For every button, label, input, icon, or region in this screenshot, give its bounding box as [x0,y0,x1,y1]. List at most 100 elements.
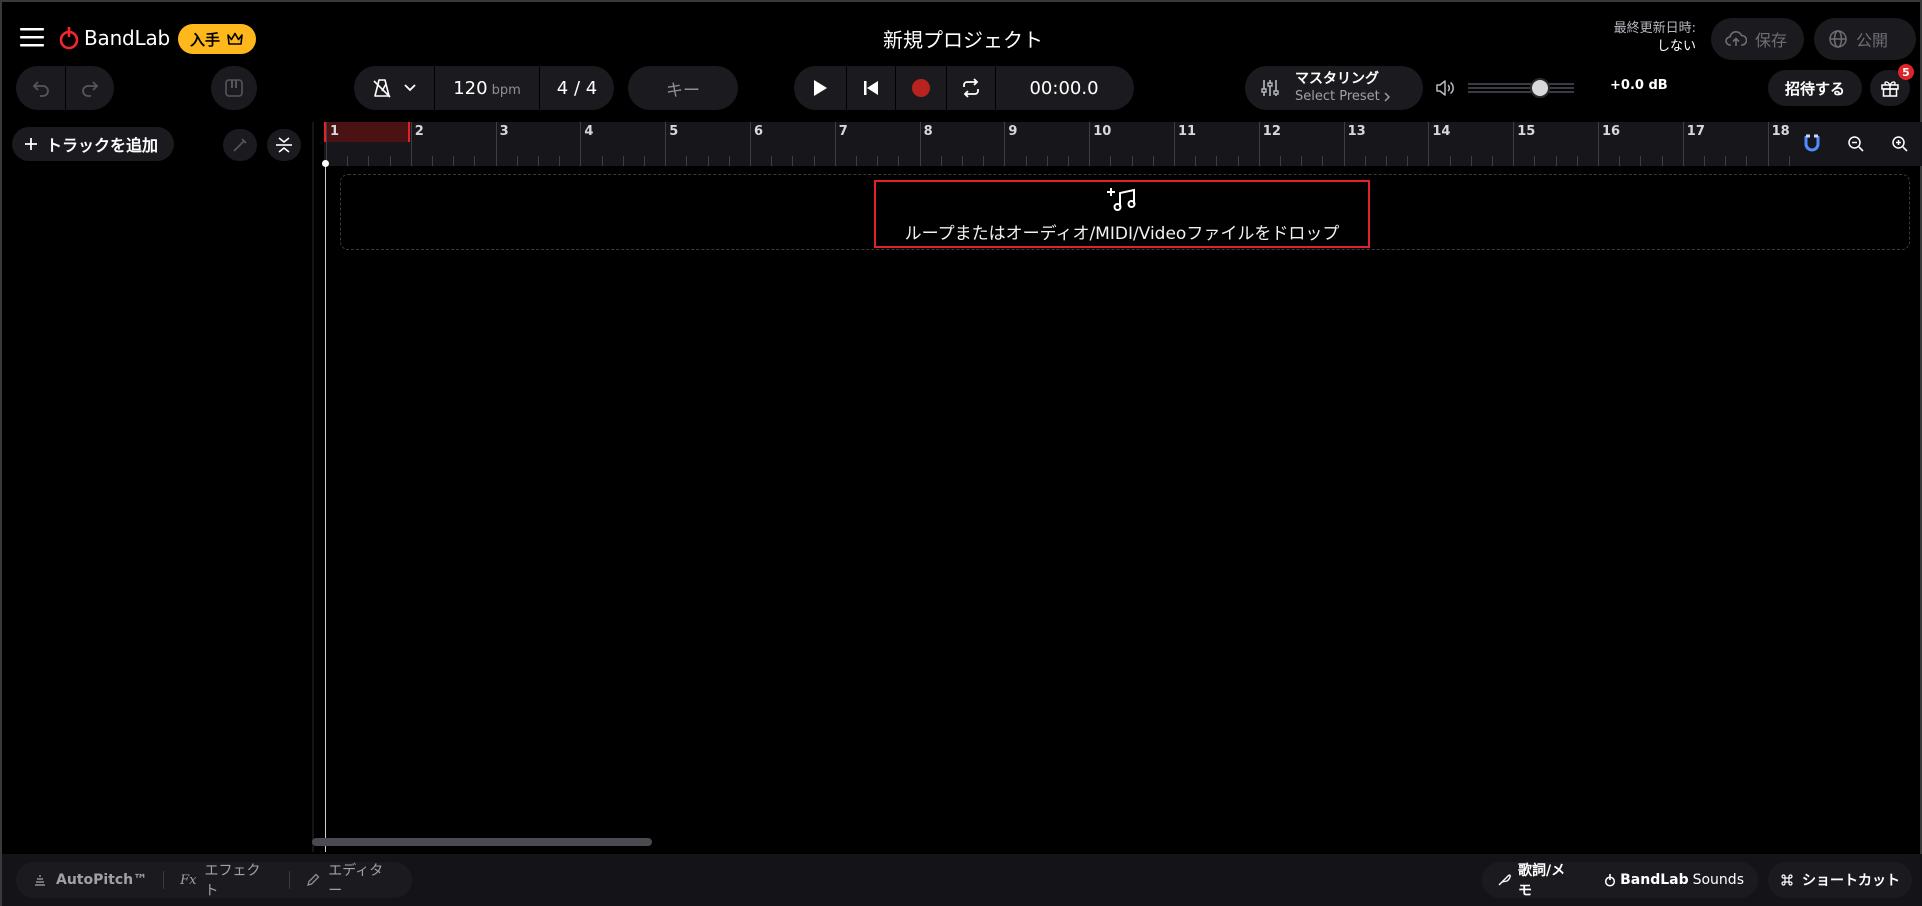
ruler-bar-number: 13 [1347,124,1366,139]
ruler-bar-number: 17 [1686,124,1705,139]
ruler-beat-tick [707,156,709,166]
keyboard-icon [223,77,245,99]
ruler-beat-tick [1449,156,1451,166]
ruler-beat-tick [1534,156,1536,166]
bandlab-logo[interactable]: BandLab [58,24,170,52]
lyrics-notes-button[interactable]: 歌詞/メモ [1482,862,1590,899]
redo-button[interactable] [66,66,114,110]
effects-button[interactable]: Fx エフェクト [164,862,289,899]
ruler-bar-line [750,122,751,166]
undo-button[interactable] [16,66,65,110]
ruler-bar-line [1174,122,1175,166]
zoom-out-icon [1847,135,1865,153]
tempo-value: 120 [453,77,488,99]
ruler-bar-line [1343,122,1345,166]
add-music-note-icon [1107,185,1137,213]
save-button[interactable]: 保存 [1711,18,1804,60]
ruler-beat-tick [601,156,603,166]
metronome-button[interactable] [354,66,434,110]
ruler-bar-line [1682,122,1684,166]
ruler-beat-tick [1280,156,1281,166]
ruler-bar-number: 3 [499,124,509,139]
ruler-beat-tick [474,156,476,166]
ruler-beat-tick [1152,156,1154,166]
volume-slider-knob[interactable] [1530,78,1551,98]
ruler-bar-line [1258,122,1260,166]
ruler-beat-tick [559,156,561,166]
ruler-beat-tick [686,156,688,166]
ruler-bar-number: 12 [1262,124,1281,139]
ruler-beat-tick [813,156,815,166]
drop-zone-highlight[interactable]: ループまたはオーディオ/MIDI/Videoファイルをドロップ [874,180,1370,248]
skip-to-start-button[interactable] [847,66,895,110]
record-button[interactable] [896,66,946,110]
publish-label: 公開 [1856,31,1889,50]
shortcuts-button[interactable]: ショートカット [1768,862,1912,898]
tempo-field[interactable]: 120 bpm [435,66,539,110]
autopitch-button[interactable]: AutoPitch™ [16,862,163,898]
gift-badge-count: 5 [1898,64,1914,80]
ruler-beat-tick [1470,156,1472,166]
publish-button[interactable]: 公開 [1814,18,1916,60]
key-button[interactable]: キー [628,66,738,110]
time-signature-field[interactable]: 4 / 4 [540,66,614,110]
last-saved-value: しない [1656,39,1696,54]
ruler-bar-number: 14 [1432,124,1451,139]
volume-icon[interactable] [1434,78,1456,98]
loop-button[interactable] [947,66,995,110]
ruler-bar-number: 1 [330,124,340,139]
effects-label: エフェクト [204,863,261,899]
ruler-beat-tick [728,156,730,166]
autopitch-icon [32,872,48,888]
ruler-bar-number: 5 [669,124,679,139]
midi-keyboard-button[interactable] [211,66,257,110]
tempo-unit: bpm [491,82,521,98]
ruler-bar-line [1089,122,1091,166]
zoom-in-button[interactable] [1878,122,1922,166]
fx-icon: Fx [180,872,197,888]
bandlab-sounds-button[interactable]: BandLab Sounds [1590,862,1758,898]
command-key-icon [1780,873,1794,887]
ruler-beat-tick [877,156,879,166]
tuner-button[interactable] [223,129,257,161]
gift-button[interactable]: 5 [1870,64,1914,106]
add-track-button[interactable]: トラックを追加 [12,127,175,161]
get-membership-button[interactable]: 入手 [178,24,257,54]
ruler-beat-tick [1619,156,1621,166]
ruler-beat-tick [432,156,433,166]
ruler-beat-tick [1704,156,1705,166]
ruler-bar-number: 8 [923,124,933,139]
last-saved-info: 最終更新日時: しない [1614,20,1696,56]
ruler-beat-tick [389,156,391,166]
mastering-label: マスタリング [1295,71,1379,87]
bandlab-logo-small-icon [1604,873,1616,887]
time-display: 00:00.0 [1029,77,1099,99]
timeline-ruler[interactable]: 1 2 3 4 5 6 7 8 9 10 11 12 13 14 15 16 17 18 [324,122,1833,166]
editor-button[interactable]: エディター [290,862,412,899]
play-button[interactable] [794,66,846,110]
tuning-fork-icon [231,136,249,154]
invite-button[interactable]: 招待する [1768,70,1862,106]
ruler-beat-tick [1237,156,1239,166]
ruler-beat-tick [1322,156,1324,166]
bottom-tools-group: AutoPitch™ Fx エフェクト エディター [16,862,412,899]
crown-icon [226,31,244,47]
mixer-sliders-icon [1259,77,1281,99]
lyrics-notes-label: 歌詞/メモ [1518,863,1566,899]
ruler-beat-tick [1661,156,1663,166]
add-track-label: トラックを追加 [46,136,159,155]
snap-button[interactable] [1790,122,1834,166]
playhead-line[interactable] [325,162,326,852]
mastering-button[interactable]: マスタリング Select Preset [1245,66,1423,110]
zoom-out-button[interactable] [1834,122,1878,166]
playhead-handle[interactable] [322,160,329,167]
ruler-bar-line [410,122,412,166]
horizontal-scrollbar[interactable] [312,838,652,846]
menu-icon[interactable] [20,26,46,48]
tempo-group: 120 bpm 4 / 4 [354,66,614,110]
collapse-tracks-button[interactable] [267,129,301,161]
volume-slider[interactable] [1468,78,1574,98]
gift-icon [1880,78,1900,98]
ruler-beat-tick [962,156,963,166]
record-icon [911,78,931,98]
